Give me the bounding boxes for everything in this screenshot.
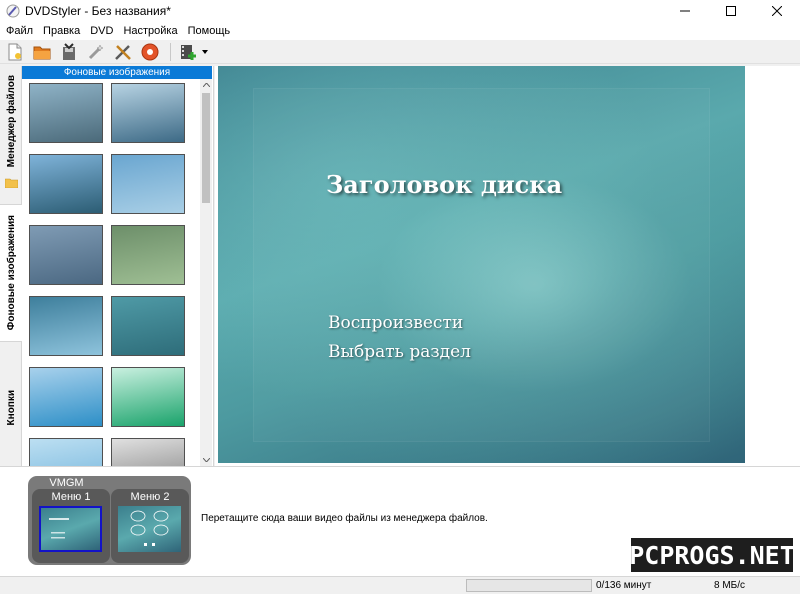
add-file-button[interactable] — [176, 41, 200, 63]
background-thumbnail[interactable] — [29, 83, 103, 143]
background-thumbnail[interactable] — [111, 438, 185, 466]
menu-card-1-label: Меню 1 — [51, 491, 91, 503]
tab-buttons[interactable]: Кнопки — [0, 384, 22, 432]
scroll-up-arrow[interactable] — [200, 79, 212, 91]
chevron-down-icon — [202, 49, 208, 54]
title-bar: DVDStyler - Без названия* — [0, 0, 800, 22]
add-file-icon — [181, 44, 196, 60]
settings-button[interactable] — [111, 41, 135, 63]
chapter-menu-button[interactable]: Выбрать раздел — [328, 342, 471, 362]
background-thumbnail[interactable] — [111, 367, 185, 427]
wand-icon — [88, 43, 104, 59]
play-menu-button[interactable]: Воспроизвести — [328, 313, 463, 333]
close-icon — [772, 6, 782, 16]
tab-buttons-label: Кнопки — [5, 390, 17, 426]
burn-button[interactable] — [138, 41, 162, 63]
background-thumbnail[interactable] — [29, 367, 103, 427]
window-title: DVDStyler - Без названия* — [25, 4, 171, 18]
add-file-dropdown[interactable] — [200, 41, 210, 63]
app-icon — [6, 4, 20, 18]
minimize-icon — [680, 10, 690, 12]
scroll-thumb[interactable] — [202, 93, 210, 203]
menu-dvd[interactable]: DVD — [86, 25, 117, 37]
background-thumbnail[interactable] — [111, 225, 185, 285]
sidebar-tabs: Менеджер файлов Фоновые изображения Кноп… — [0, 66, 22, 466]
backgrounds-header: Фоновые изображения — [22, 66, 212, 79]
menu-settings[interactable]: Настройка — [119, 25, 181, 37]
progress-bar — [466, 579, 592, 592]
minimize-button[interactable] — [662, 0, 708, 22]
drop-hint-text: Перетащите сюда ваши видео файлы из мене… — [201, 513, 488, 524]
disc-title-text[interactable]: Заголовок диска — [326, 170, 562, 199]
status-bar: 0/136 минут 8 МБ/с — [0, 576, 800, 594]
open-icon — [33, 46, 51, 59]
vmgm-label: VMGM — [49, 477, 84, 489]
chevron-down-icon — [202, 458, 210, 462]
menu-help[interactable]: Помощь — [184, 25, 235, 37]
tab-backgrounds-label: Фоновые изображения — [5, 215, 17, 331]
watermark: PCPROGS.NET — [629, 538, 795, 572]
settings-icon — [115, 44, 131, 60]
menu-card-2[interactable]: Меню 2 — [111, 489, 189, 563]
menu-2-thumbnail — [118, 506, 181, 552]
menu-editor-area: Заголовок диска Воспроизвести Выбрать ра… — [215, 66, 800, 466]
toolbar — [0, 40, 800, 64]
menu-2-preview-graphic — [130, 510, 169, 546]
bitrate-status: 8 МБ/с — [714, 580, 746, 591]
wand-button[interactable] — [84, 41, 108, 63]
duration-status: 0/136 минут — [596, 580, 652, 591]
tab-file-manager[interactable]: Менеджер файлов — [0, 70, 22, 172]
menu-1-thumbnail — [39, 506, 102, 552]
background-thumbnail[interactable] — [29, 154, 103, 214]
background-thumbnail[interactable] — [29, 225, 103, 285]
background-thumbnail[interactable] — [29, 438, 103, 466]
menu-preview[interactable]: Заголовок диска Воспроизвести Выбрать ра… — [218, 66, 745, 463]
menu-edit[interactable]: Правка — [39, 25, 84, 37]
maximize-button[interactable] — [708, 0, 754, 22]
safe-area-frame — [253, 88, 710, 442]
save-icon — [63, 42, 75, 60]
maximize-icon — [726, 6, 736, 16]
tab-backgrounds[interactable]: Фоновые изображения — [0, 204, 22, 342]
background-thumbnail[interactable] — [111, 296, 185, 356]
menu-file[interactable]: Файл — [2, 25, 37, 37]
menu-card-2-label: Меню 2 — [130, 491, 170, 503]
chevron-up-icon — [202, 83, 210, 87]
background-thumbnail[interactable] — [29, 296, 103, 356]
backgrounds-scrollbar[interactable] — [200, 79, 212, 466]
new-icon — [8, 43, 22, 60]
menu-card-1[interactable]: Меню 1 — [32, 489, 110, 563]
menu-bar: Файл Правка DVD Настройка Помощь — [0, 22, 800, 40]
open-button[interactable] — [30, 41, 54, 63]
new-button[interactable] — [3, 41, 27, 63]
save-button[interactable] — [57, 41, 81, 63]
burn-icon — [141, 43, 159, 60]
folder-icon — [5, 178, 18, 188]
background-thumbnail[interactable] — [111, 154, 185, 214]
toolbar-separator — [170, 42, 171, 61]
vmgm-group[interactable]: VMGM Меню 1 Меню 2 — [28, 476, 191, 565]
scroll-down-arrow[interactable] — [200, 454, 212, 466]
tab-file-manager-label: Менеджер файлов — [5, 74, 17, 168]
background-thumbnail[interactable] — [111, 83, 185, 143]
menu-1-preview-graphic — [49, 518, 69, 539]
backgrounds-panel: Фоновые изображения — [22, 66, 214, 466]
close-button[interactable] — [754, 0, 800, 22]
